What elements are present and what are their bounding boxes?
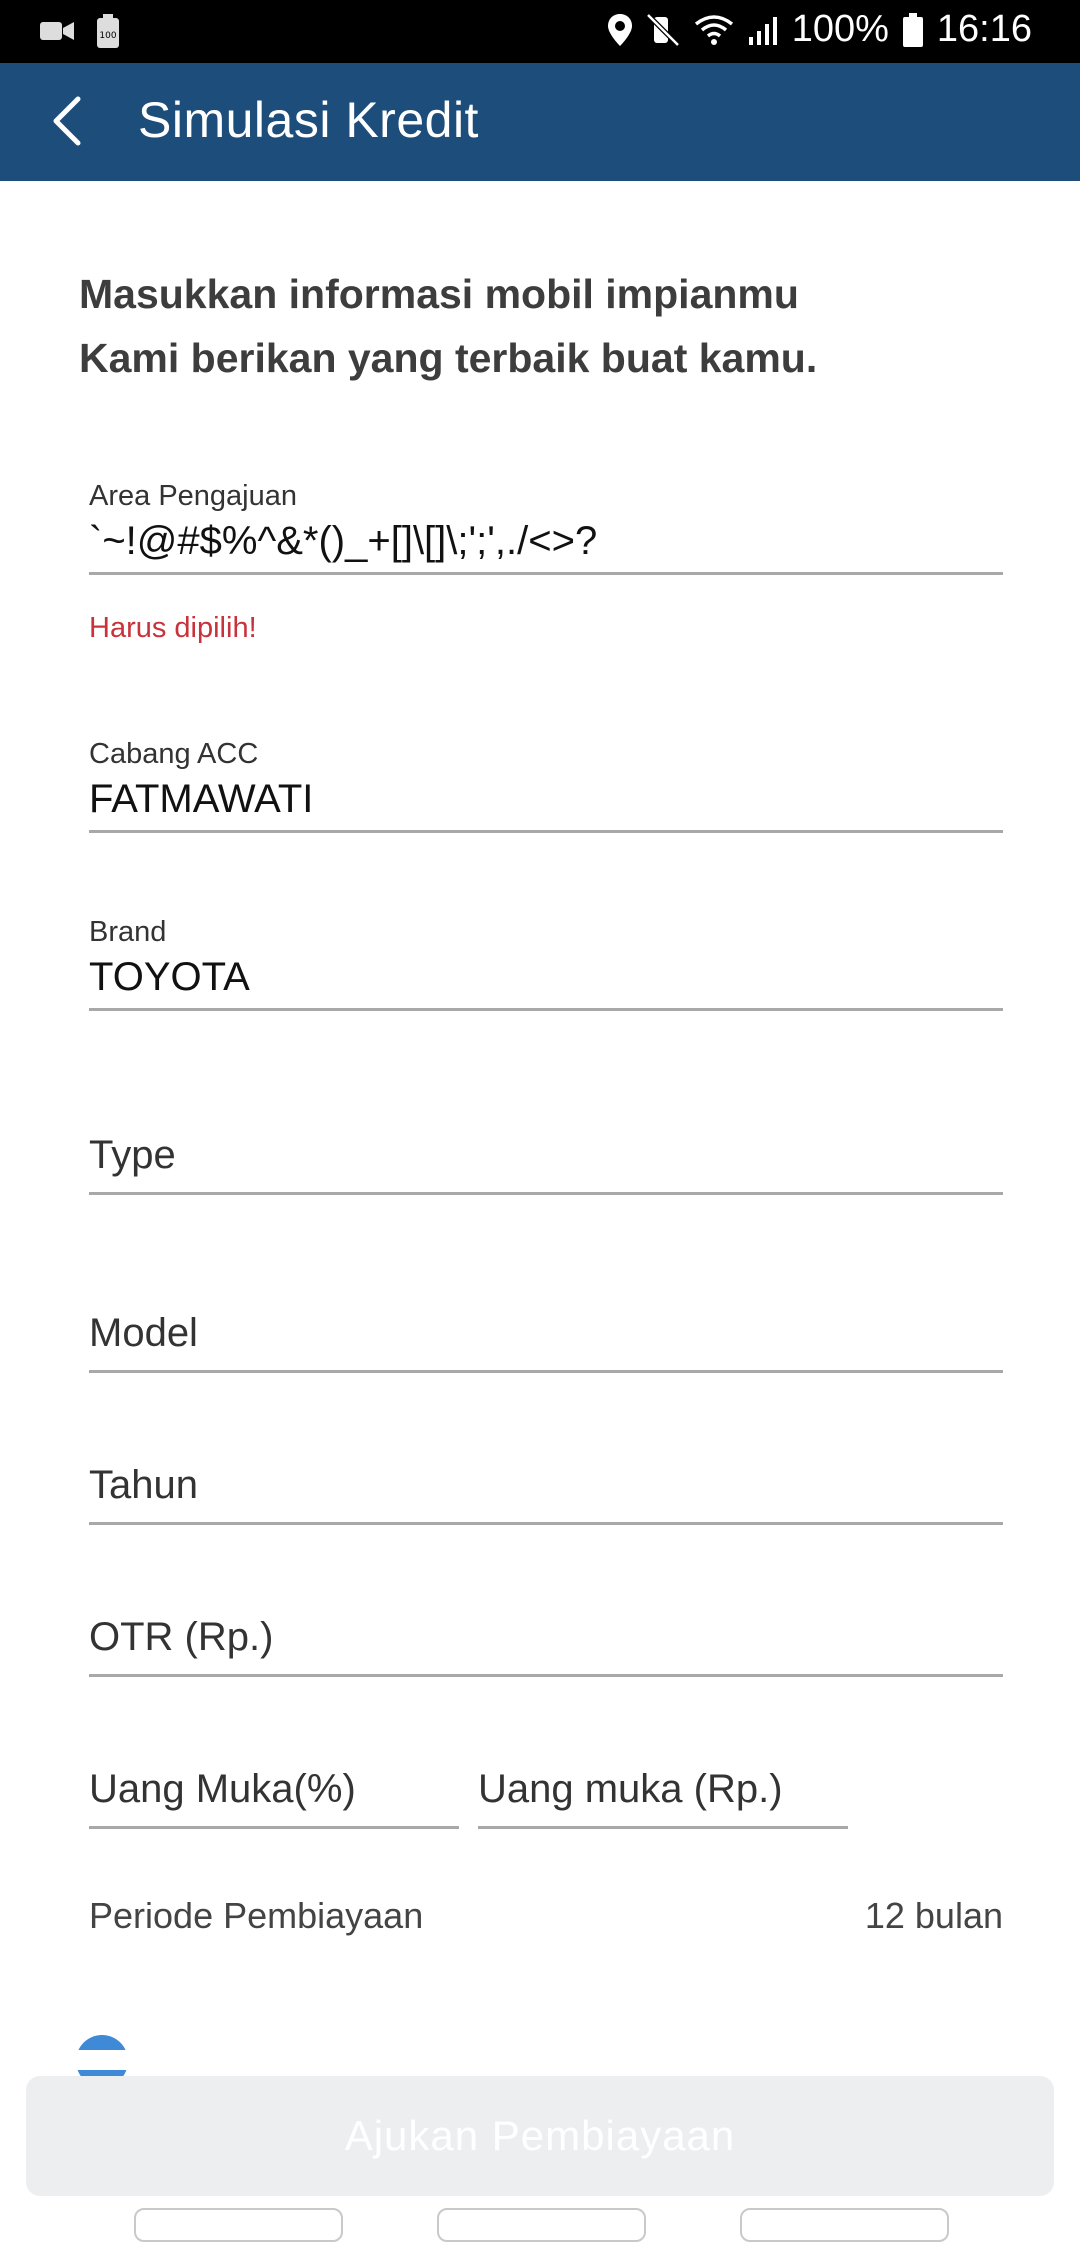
- area-pengajuan-field[interactable]: Area Pengajuan `~!@#$%^&*()_+[]\[]\;';',…: [89, 480, 1003, 575]
- uang-muka-percent-placeholder: Uang Muka(%): [89, 1767, 356, 1811]
- battery-icon: [902, 12, 923, 47]
- type-underline: [89, 1192, 1003, 1195]
- uang-muka-amount-underline: [478, 1826, 848, 1829]
- uang-muka-amount-field[interactable]: Uang muka (Rp.): [478, 1767, 848, 1829]
- area-pengajuan-value[interactable]: `~!@#$%^&*()_+[]\[]\;';',./<>?: [89, 519, 1003, 564]
- brand-label: Brand: [89, 916, 167, 948]
- otr-underline: [89, 1674, 1003, 1677]
- intro-line-2: Kami berikan yang terbaik buat kamu.: [79, 335, 818, 381]
- periode-pembiayaan-label: Periode Pembiayaan: [89, 1895, 424, 1936]
- app-bar: Simulasi Kredit: [0, 63, 1080, 181]
- bottom-tab-stub[interactable]: [437, 2208, 646, 2242]
- type-field[interactable]: Type: [89, 1133, 1003, 1195]
- otr-field[interactable]: OTR (Rp.): [89, 1615, 1003, 1677]
- ajukan-pembiayaan-label: Ajukan Pembiayaan: [344, 2112, 736, 2159]
- otr-placeholder: OTR (Rp.): [89, 1615, 274, 1659]
- area-pengajuan-error: Harus dipilih!: [89, 612, 257, 644]
- uang-muka-percent-underline: [89, 1826, 459, 1829]
- type-placeholder: Type: [89, 1133, 176, 1177]
- brand-value[interactable]: TOYOTA: [89, 955, 1003, 1000]
- wifi-icon: [694, 14, 733, 45]
- tahun-placeholder: Tahun: [89, 1463, 198, 1507]
- cabang-acc-field[interactable]: Cabang ACC FATMAWATI: [89, 738, 1003, 833]
- clock: 16:16: [936, 8, 1032, 50]
- mute-icon: [645, 12, 680, 47]
- back-button[interactable]: [40, 89, 104, 153]
- uang-muka-percent-field[interactable]: Uang Muka(%): [89, 1767, 459, 1829]
- back-arrow-icon: [53, 96, 81, 146]
- video-icon: [40, 22, 74, 40]
- battery-percent: 100%: [791, 8, 889, 50]
- uang-muka-amount-placeholder: Uang muka (Rp.): [478, 1767, 783, 1811]
- intro-text: Masukkan informasi mobil impianmu Kami b…: [79, 262, 979, 390]
- area-pengajuan-underline: [89, 572, 1003, 575]
- brand-underline: [89, 1008, 1003, 1011]
- tahun-underline: [89, 1522, 1003, 1525]
- ajukan-pembiayaan-button[interactable]: Ajukan Pembiayaan: [26, 2076, 1054, 2196]
- status-bar: 100 100% 16:16: [0, 0, 1080, 63]
- intro-line-1: Masukkan informasi mobil impianmu: [79, 271, 799, 317]
- scroll-fade: [0, 2050, 1080, 2070]
- signal-icon: [748, 16, 777, 45]
- model-placeholder: Model: [89, 1311, 198, 1355]
- periode-pembiayaan-value: 12 bulan: [864, 1895, 1003, 1936]
- area-pengajuan-label: Area Pengajuan: [89, 480, 297, 512]
- cabang-acc-value[interactable]: FATMAWATI: [89, 777, 1003, 822]
- cabang-acc-label: Cabang ACC: [89, 738, 259, 770]
- bottom-tab-stub[interactable]: [740, 2208, 949, 2242]
- model-field[interactable]: Model: [89, 1311, 1003, 1373]
- cabang-acc-underline: [89, 830, 1003, 833]
- battery-saver-icon: 100: [97, 14, 119, 48]
- location-icon: [607, 13, 632, 46]
- tahun-field[interactable]: Tahun: [89, 1463, 1003, 1525]
- periode-pembiayaan-row: Periode Pembiayaan 12 bulan: [89, 1895, 1003, 1937]
- svg-text:100: 100: [99, 31, 116, 41]
- page-title: Simulasi Kredit: [138, 92, 479, 148]
- brand-field[interactable]: Brand TOYOTA: [89, 916, 1003, 1011]
- bottom-tab-stub[interactable]: [134, 2208, 343, 2242]
- model-underline: [89, 1370, 1003, 1373]
